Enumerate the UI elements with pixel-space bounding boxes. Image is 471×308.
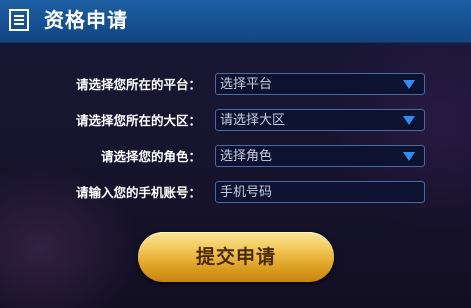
role-select[interactable]: 选择角色	[215, 145, 425, 167]
platform-label: 请选择您所在的平台：	[75, 77, 201, 92]
phone-row: 请输入您的手机账号： 手机号码	[0, 181, 471, 205]
role-row: 请选择您的角色： 选择角色	[0, 145, 471, 169]
platform-select-value: 选择平台	[220, 77, 273, 92]
phone-input-placeholder: 手机号码	[220, 185, 273, 200]
region-row: 请选择您所在的大区： 请选择大区	[0, 109, 471, 133]
phone-input[interactable]: 手机号码	[215, 181, 425, 203]
document-list-icon	[9, 9, 29, 31]
phone-label: 请输入您的手机账号：	[75, 185, 201, 200]
dropdown-arrow-icon[interactable]	[403, 116, 415, 125]
platform-row: 请选择您所在的平台： 选择平台	[0, 73, 471, 97]
dropdown-arrow-icon[interactable]	[403, 80, 415, 89]
header-bar: 资格申请	[0, 0, 471, 43]
region-label: 请选择您所在的大区：	[75, 113, 201, 128]
dropdown-arrow-icon[interactable]	[403, 152, 415, 161]
role-select-value: 选择角色	[220, 149, 273, 164]
submit-button[interactable]: 提交申请	[138, 232, 334, 282]
page-title: 资格申请	[44, 8, 128, 32]
region-select[interactable]: 请选择大区	[215, 109, 425, 131]
region-select-value: 请选择大区	[220, 113, 286, 128]
role-label: 请选择您的角色：	[100, 149, 201, 164]
platform-select[interactable]: 选择平台	[215, 73, 425, 95]
